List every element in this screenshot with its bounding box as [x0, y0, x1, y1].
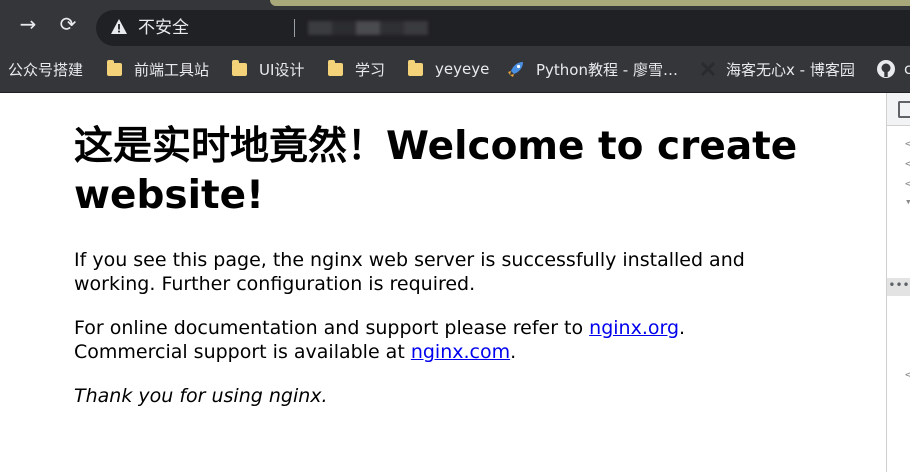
security-status-label[interactable]: 不安全	[138, 17, 189, 39]
devtools-header	[887, 93, 910, 126]
page-heading: 这是实时地竟然！Welcome to create website!	[74, 124, 798, 218]
chevron-down-icon: ▾	[905, 195, 910, 208]
bookmarks-bar: 公众号搭建 前端工具站 UI设计 学习 yeyeye Python教程 - 廖雪…	[0, 46, 910, 93]
support-paragraph: For online documentation and support ple…	[74, 316, 774, 364]
bookmark-label: Python教程 - 廖雪…	[536, 60, 678, 79]
url-text-redacted[interactable]	[308, 21, 428, 35]
bookmark-folder[interactable]: yeyeye	[408, 46, 489, 92]
bookmark-label: 学习	[355, 60, 386, 79]
warning-icon[interactable]	[110, 18, 128, 36]
nginx-com-link[interactable]: nginx.com	[411, 341, 510, 363]
bookmark-folder[interactable]: UI设计	[232, 46, 304, 92]
forward-arrow-icon[interactable]: →	[16, 12, 40, 36]
bookmark-label: yeyeye	[435, 60, 490, 78]
browser-toolbar: → ⟳ 不安全	[0, 0, 910, 46]
punctuation: .	[510, 341, 517, 363]
bookmark-label: 海客无心x - 博客园	[726, 60, 855, 79]
bookmark-item[interactable]: Python教程 - 廖雪…	[506, 46, 678, 92]
bookmark-label: 公众号搭建	[8, 60, 84, 79]
bookmark-label: c	[904, 60, 910, 78]
support-text: For online documentation and support ple…	[74, 317, 590, 339]
bookmark-label: 前端工具站	[134, 60, 210, 79]
reload-icon[interactable]: ⟳	[56, 12, 80, 36]
folder-icon	[107, 59, 122, 76]
inspect-icon[interactable]	[898, 101, 910, 118]
more-icon[interactable]: •••	[887, 278, 910, 296]
thanks-paragraph: Thank you for using nginx.	[74, 384, 774, 408]
bookmark-item[interactable]: 公众号搭建	[8, 46, 83, 92]
bookmark-folder[interactable]: 前端工具站	[107, 46, 209, 92]
bookmark-label: UI设计	[259, 60, 305, 79]
thanks-text: Thank you for using nginx.	[74, 385, 328, 407]
punctuation: .	[679, 317, 686, 339]
blog-icon	[700, 61, 716, 77]
chevron-left-icon: <	[905, 137, 910, 150]
intro-paragraph: If you see this page, the nginx web serv…	[74, 249, 745, 295]
bookmark-item[interactable]: c	[876, 46, 910, 92]
tab-strip	[270, 0, 910, 6]
bookmark-item[interactable]: 海客无心x - 博客园	[700, 46, 855, 92]
chevron-left-icon: <	[905, 368, 910, 381]
chevron-left-icon: <	[905, 177, 910, 190]
devtools-panel[interactable]: < < < ▾ ••• <	[886, 93, 910, 472]
address-bar[interactable]: 不安全	[96, 10, 910, 46]
rocket-icon	[508, 62, 523, 77]
chevron-left-icon: <	[905, 157, 910, 170]
github-icon	[877, 60, 895, 78]
folder-icon	[408, 59, 423, 76]
nginx-org-link[interactable]: nginx.org	[589, 317, 679, 339]
address-separator	[294, 19, 295, 37]
commercial-support-text: Commercial support is available at	[74, 341, 411, 363]
bookmark-folder[interactable]: 学习	[328, 46, 385, 92]
folder-icon	[328, 59, 343, 76]
folder-icon	[232, 59, 247, 76]
